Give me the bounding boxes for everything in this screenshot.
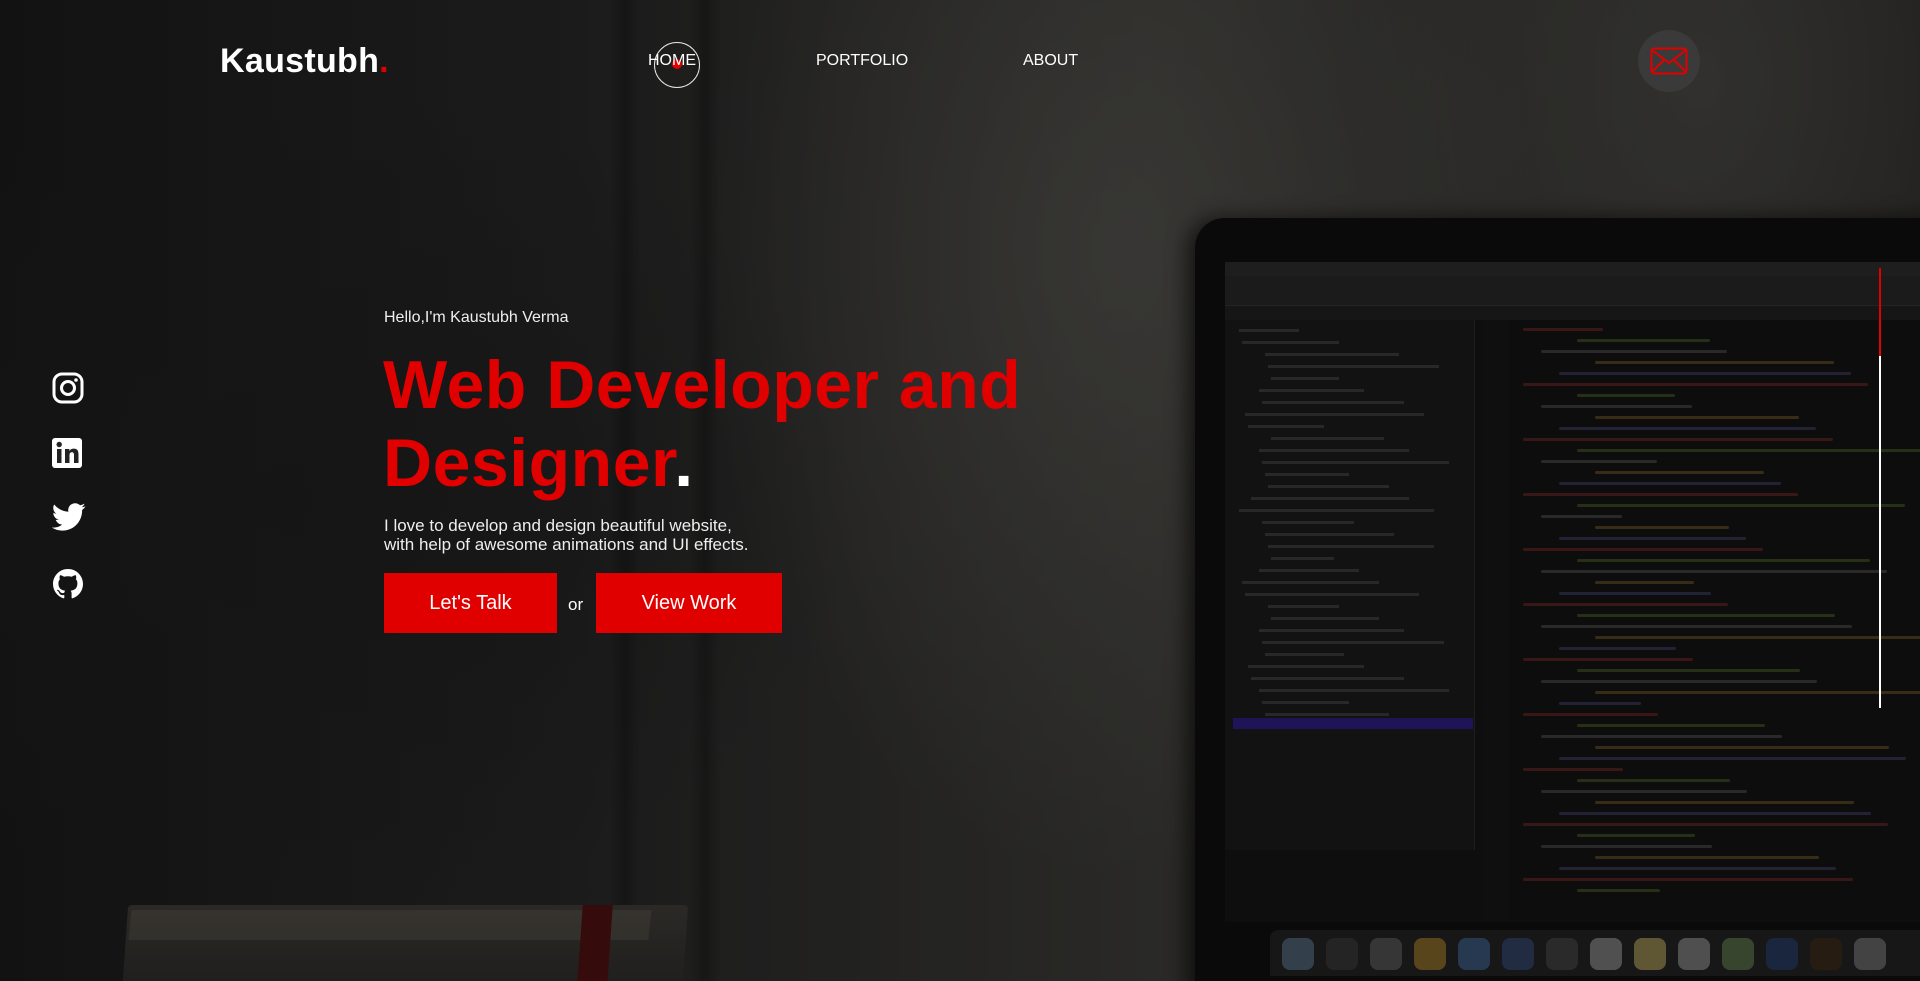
twitter-link[interactable] <box>52 503 86 531</box>
site-logo[interactable]: Kaustubh. <box>220 42 389 81</box>
nav-about[interactable]: ABOUT <box>1023 52 1078 70</box>
instagram-link[interactable] <box>52 372 84 404</box>
nav-home[interactable]: HOME <box>648 52 696 70</box>
twitter-icon <box>52 503 86 531</box>
headline-line-1: Web Developer and <box>383 347 1022 423</box>
hero-greeting: Hello,I'm Kaustubh Verma <box>384 309 569 326</box>
scroll-thumb[interactable] <box>1879 268 1881 356</box>
or-separator: or <box>568 595 584 614</box>
hero-headline: Web Developer and Designer. <box>383 346 1083 502</box>
headline-dot: . <box>674 425 694 501</box>
logo-dot: . <box>379 42 389 80</box>
linkedin-link[interactable] <box>52 438 82 468</box>
hero-description: I love to develop and design beautiful w… <box>384 516 748 554</box>
lets-talk-button[interactable]: Let's Talk <box>384 573 557 633</box>
github-icon <box>53 569 83 599</box>
headline-line-2: Designer <box>383 425 675 501</box>
instagram-icon <box>52 372 84 404</box>
linkedin-icon <box>52 438 82 468</box>
hero-description-line-2: with help of awesome animations and UI e… <box>384 535 749 554</box>
logo-text: Kaustubh <box>220 42 380 80</box>
nav-portfolio[interactable]: PORTFOLIO <box>816 52 908 70</box>
hero-description-line-1: I love to develop and design beautiful w… <box>384 516 732 535</box>
mail-icon <box>1650 47 1688 75</box>
mail-button[interactable] <box>1638 30 1700 92</box>
github-link[interactable] <box>52 568 84 600</box>
view-work-button[interactable]: View Work <box>596 573 782 633</box>
